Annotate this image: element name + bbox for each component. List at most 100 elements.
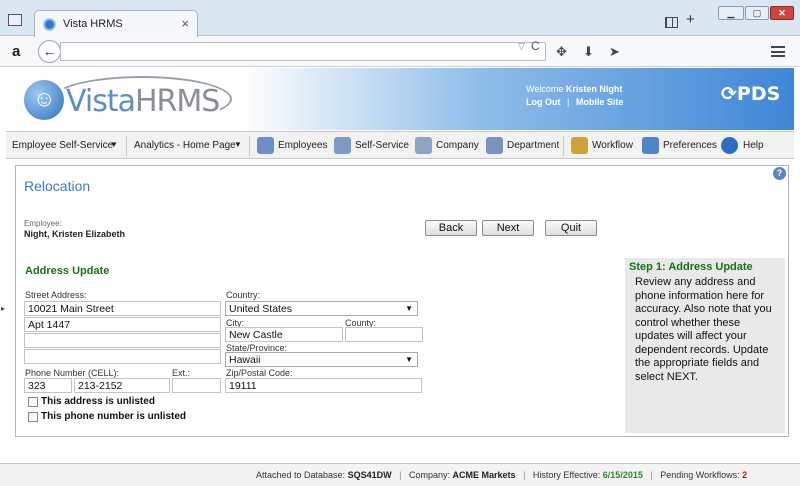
street-address-line-1[interactable]: 10021 Main Street <box>24 301 221 316</box>
street-address-line-2[interactable]: Apt 1447 <box>24 317 221 332</box>
menu-help[interactable]: Help <box>743 140 764 151</box>
logo-prefix: Vista <box>66 84 136 119</box>
street-address-line-4[interactable] <box>24 349 221 364</box>
close-icon: ✕ <box>778 8 786 18</box>
close-window-button[interactable]: ✕ <box>770 6 794 20</box>
history-value: 6/15/2015 <box>602 470 643 480</box>
tab-groups-icon[interactable] <box>665 17 678 28</box>
chevron-down-icon[interactable]: ▼ <box>234 140 242 149</box>
step-help-panel: Step 1: Address Update Review any addres… <box>625 258 785 433</box>
workflow-icon[interactable] <box>571 137 588 154</box>
tab-close-icon[interactable]: × <box>181 16 189 31</box>
pds-logo: ⟳PDS <box>721 83 780 105</box>
status-bar: Attached to Database: SQS41DW | Company:… <box>0 463 800 486</box>
street-address-line-3[interactable] <box>24 333 221 348</box>
reload-icon[interactable]: C <box>531 39 540 53</box>
menu-icon[interactable] <box>771 46 785 57</box>
pds-swirl-icon: ⟳ <box>721 83 737 105</box>
maximize-button[interactable]: ▢ <box>745 6 769 20</box>
phone-unlisted-checkbox[interactable] <box>28 412 38 422</box>
department-icon[interactable] <box>486 137 503 154</box>
amazon-icon[interactable]: a <box>12 43 20 60</box>
menu-workflow[interactable]: Workflow <box>592 140 633 151</box>
send-icon[interactable]: ➤ <box>609 44 620 60</box>
menu-company[interactable]: Company <box>436 140 479 151</box>
menu-department[interactable]: Department <box>507 140 559 151</box>
logo-suffix: HRMS <box>134 84 220 119</box>
history-label: History Effective: <box>532 470 601 480</box>
zip-label: Zip/Postal Code: <box>226 368 293 378</box>
step-description: Review any address and phone information… <box>635 276 772 383</box>
pending-value[interactable]: 2 <box>742 470 747 480</box>
county-input[interactable] <box>345 327 423 342</box>
welcome-text: Welcome Kristen Night <box>526 84 622 94</box>
url-input[interactable] <box>60 42 546 61</box>
city-input[interactable]: New Castle <box>225 327 343 342</box>
main-menu: Employee Self-Service ▼ Analytics - Home… <box>6 131 794 159</box>
phone-number-input[interactable]: 213-2152 <box>74 378 170 393</box>
status-separator: | <box>523 470 526 480</box>
new-tab-button[interactable]: + <box>686 11 695 28</box>
logo-globe-icon <box>24 80 64 120</box>
chevron-down-icon[interactable]: ▼ <box>110 140 118 149</box>
state-select[interactable]: Hawaii ▼ <box>225 352 418 367</box>
page-help-icon[interactable]: ? <box>773 167 786 180</box>
logo-text: VistaHRMS <box>66 84 220 119</box>
window-icon[interactable] <box>8 14 22 26</box>
tab-title: Vista HRMS <box>63 18 123 30</box>
db-label: Attached to Database: <box>256 470 346 480</box>
country-label: Country: <box>226 290 261 300</box>
browser-tab[interactable]: Vista HRMS × <box>34 10 198 37</box>
chevron-down-icon: ▼ <box>405 355 413 364</box>
phone-label: Phone Number (CELL): <box>25 368 120 378</box>
company-value: ACME Markets <box>452 470 516 480</box>
address-unlisted-label[interactable]: This address is unlisted <box>41 396 155 407</box>
chevron-down-icon: ▼ <box>405 304 413 313</box>
log-out-link[interactable]: Log Out <box>526 97 561 107</box>
employee-label: Employee: <box>24 219 62 228</box>
vista-hrms-logo[interactable]: VistaHRMS <box>24 76 234 124</box>
address-unlisted-checkbox[interactable] <box>28 397 38 407</box>
menu-employee-self-service[interactable]: Employee Self-Service <box>12 140 113 151</box>
menu-preferences[interactable]: Preferences <box>663 140 717 151</box>
zip-input[interactable]: 19111 <box>225 378 422 393</box>
employee-name: Night, Kristen Elizabeth <box>24 229 126 239</box>
back-button[interactable]: Back <box>425 220 477 236</box>
section-title: Address Update <box>25 265 110 277</box>
page-title: Relocation <box>24 178 91 194</box>
app-header: VistaHRMS Welcome Kristen Night Log Out … <box>6 68 794 130</box>
step-title: Step 1: Address Update <box>629 261 753 273</box>
phone-ext-input[interactable] <box>172 378 221 393</box>
pds-brand: PDS <box>736 83 781 105</box>
tab-favicon-icon <box>43 18 56 31</box>
menu-self-service[interactable]: Self-Service <box>355 140 409 151</box>
browser-titlebar: Vista HRMS × + ▁ ▢ ✕ <box>0 0 800 37</box>
status-text: Attached to Database: SQS41DW | Company:… <box>256 470 747 480</box>
url-dropdown-icon[interactable]: ▽ <box>518 41 525 52</box>
expand-arrow-icon[interactable]: ▸ <box>1 304 5 313</box>
quit-button[interactable]: Quit <box>545 220 597 236</box>
phone-area-code-input[interactable]: 323 <box>24 378 72 393</box>
next-button[interactable]: Next <box>482 220 534 236</box>
status-separator: | <box>399 470 402 480</box>
state-value: Hawaii <box>229 354 261 366</box>
preferences-icon[interactable] <box>642 137 659 154</box>
back-button[interactable]: ← <box>38 40 61 63</box>
welcome-label: Welcome <box>526 84 564 94</box>
help-icon[interactable] <box>721 137 738 154</box>
menu-analytics-home[interactable]: Analytics - Home Page <box>134 140 236 151</box>
self-service-icon[interactable] <box>334 137 351 154</box>
employees-icon[interactable] <box>257 137 274 154</box>
minimize-button[interactable]: ▁ <box>718 6 744 20</box>
menu-divider <box>249 136 250 156</box>
country-select[interactable]: United States ▼ <box>225 301 418 316</box>
menu-employees[interactable]: Employees <box>278 140 327 151</box>
phone-unlisted-label[interactable]: This phone number is unlisted <box>41 411 186 422</box>
download-icon[interactable]: ⬇ <box>583 44 594 60</box>
company-icon[interactable] <box>415 137 432 154</box>
mobile-site-link[interactable]: Mobile Site <box>576 97 624 107</box>
crosshair-icon[interactable]: ✥ <box>556 44 567 60</box>
minimize-icon: ▁ <box>727 8 735 18</box>
header-links: Log Out | Mobile Site <box>526 97 623 107</box>
menu-divider <box>563 136 564 156</box>
